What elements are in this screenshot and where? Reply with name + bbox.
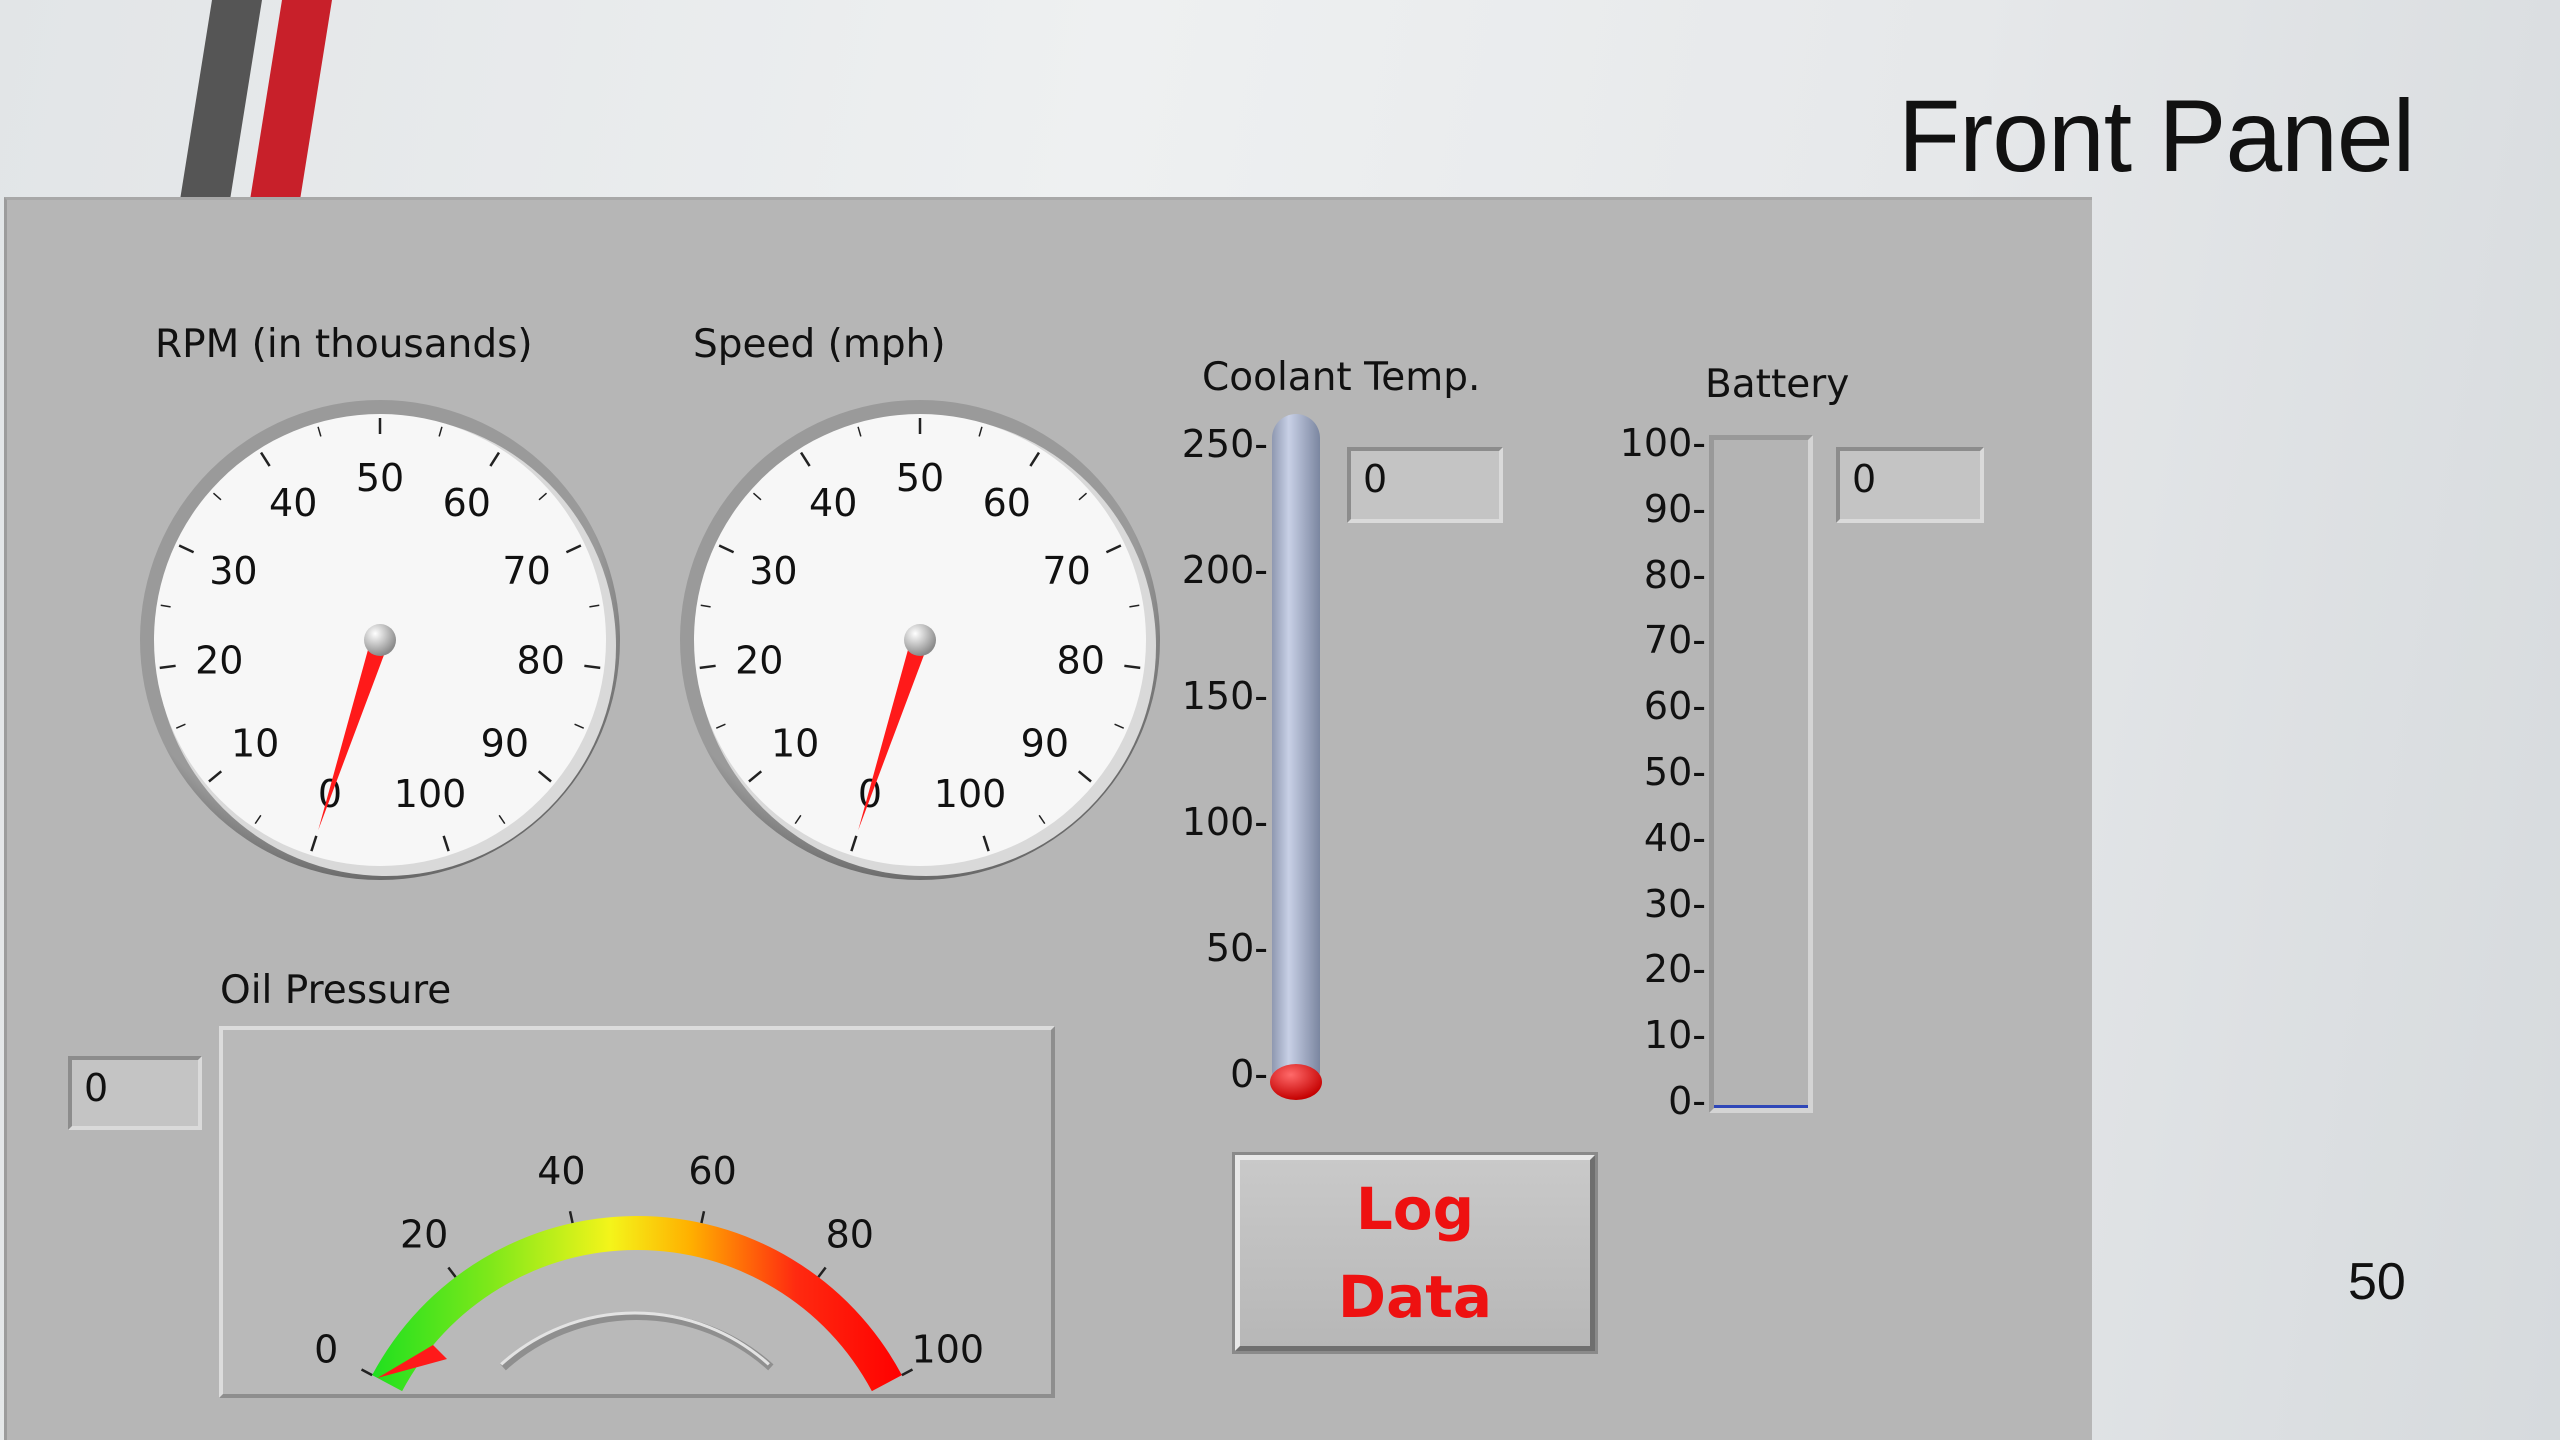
- speed-gauge-tick-label: 10: [771, 721, 819, 765]
- coolant-temp-scale-label: 150-: [1181, 674, 1268, 718]
- rpm-gauge[interactable]: 0102030405060708090100: [130, 390, 630, 890]
- slide-title: Front Panel: [1898, 79, 2415, 193]
- speed-gauge-needle-hub: [904, 624, 936, 656]
- oil-pressure-gauge[interactable]: 0 20 40 60 80 100: [219, 1026, 1055, 1398]
- rpm-gauge-tick-label: 30: [209, 549, 257, 593]
- coolant-temp-scale-label: 100-: [1181, 800, 1268, 844]
- rpm-gauge-label: RPM (in thousands): [155, 322, 533, 367]
- speed-gauge-tick-label: 60: [983, 481, 1031, 525]
- battery-tank[interactable]: [1709, 435, 1813, 1113]
- log-data-button[interactable]: Log Data: [1235, 1155, 1595, 1351]
- rpm-gauge-tick-label: 50: [356, 456, 404, 500]
- battery-scale-label: 60-: [1643, 684, 1706, 729]
- coolant-temp-scale-label: 250-: [1181, 422, 1268, 466]
- rpm-gauge-tick-label: 80: [517, 638, 565, 682]
- oil-pressure-tick: [447, 1266, 457, 1278]
- rpm-gauge-tick-label: 20: [195, 638, 243, 682]
- battery-scale-label: 30-: [1643, 881, 1706, 926]
- speed-gauge-tick-label: 80: [1057, 638, 1105, 682]
- oil-pressure-tick: [700, 1211, 706, 1224]
- oil-pressure-tick: [568, 1211, 574, 1224]
- oil-pressure-tick-label: 0: [314, 1328, 338, 1372]
- rpm-gauge-tick-label: 100: [394, 772, 467, 816]
- speed-gauge-tick-label: 50: [896, 456, 944, 500]
- speed-gauge-tick-label: 20: [735, 638, 783, 682]
- oil-pressure-tick: [360, 1368, 373, 1377]
- coolant-temp-scale-label: 0-: [1230, 1052, 1268, 1096]
- battery-scale-label: 10-: [1643, 1013, 1706, 1058]
- battery-scale-label: 40-: [1643, 815, 1706, 860]
- battery-scale-label: 100-: [1619, 421, 1706, 465]
- battery-scale-label: 70-: [1643, 618, 1706, 663]
- speed-gauge-tick-label: 90: [1021, 721, 1069, 765]
- rpm-gauge-needle-hub: [364, 624, 396, 656]
- battery-value[interactable]: 0: [1836, 447, 1984, 523]
- coolant-temp-scale-label: 200-: [1181, 548, 1268, 592]
- battery-scale-label: 0-: [1668, 1079, 1706, 1123]
- battery-fill-line: [1714, 1105, 1808, 1108]
- slide-number: 50: [2348, 1253, 2406, 1311]
- log-data-button-line2: Data: [1337, 1263, 1493, 1331]
- oil-pressure-inner-arc: [500, 1312, 774, 1371]
- rpm-gauge-tick-label: 90: [481, 721, 529, 765]
- speed-gauge-tick-label: 70: [1042, 549, 1090, 593]
- slide-accent-stripes: [180, 0, 332, 200]
- rpm-gauge-tick-label: 40: [269, 481, 317, 525]
- speed-gauge-label: Speed (mph): [693, 322, 946, 367]
- speed-gauge[interactable]: 0102030405060708090100: [670, 390, 1170, 890]
- oil-pressure-tick-label: 40: [537, 1149, 585, 1193]
- speed-gauge-tick-label: 40: [809, 481, 857, 525]
- coolant-temp-scale-label: 50-: [1205, 926, 1268, 970]
- log-data-button-line1: Log: [1355, 1175, 1475, 1243]
- oil-pressure-value[interactable]: 0: [68, 1056, 202, 1130]
- battery-scale-label: 50-: [1643, 750, 1706, 794]
- oil-pressure-tick-label: 20: [400, 1213, 448, 1257]
- coolant-thermometer[interactable]: [1262, 410, 1332, 1110]
- oil-pressure-color-band: [372, 1216, 902, 1392]
- coolant-temp-value[interactable]: 0: [1347, 447, 1503, 523]
- rpm-gauge-tick-label: 70: [502, 549, 550, 593]
- oil-pressure-label: Oil Pressure: [220, 968, 452, 1013]
- oil-pressure-tick-label: 60: [688, 1149, 736, 1193]
- coolant-temp-label: Coolant Temp.: [1202, 355, 1481, 400]
- oil-pressure-tick-label: 100: [912, 1328, 985, 1372]
- rpm-gauge-tick-label: 10: [231, 721, 279, 765]
- speed-gauge-tick-label: 30: [749, 549, 797, 593]
- battery-label: Battery: [1705, 362, 1850, 407]
- battery-scale-label: 80-: [1643, 552, 1706, 597]
- rpm-gauge-tick-label: 60: [443, 481, 491, 525]
- battery-scale-label: 20-: [1643, 947, 1706, 992]
- oil-pressure-tick: [817, 1266, 827, 1278]
- battery-scale-label: 90-: [1643, 486, 1706, 531]
- oil-pressure-tick-label: 80: [826, 1213, 874, 1257]
- speed-gauge-tick-label: 100: [934, 772, 1007, 816]
